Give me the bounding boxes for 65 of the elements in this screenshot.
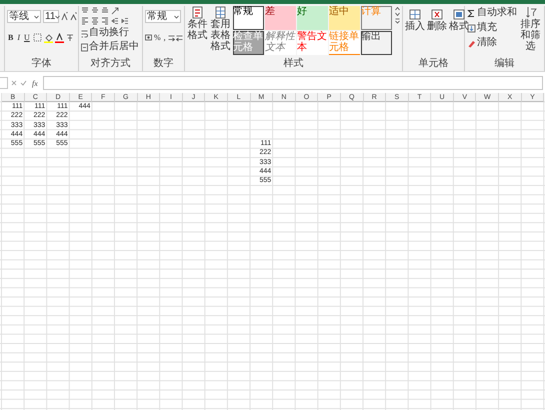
sort-filter-icon xyxy=(524,6,536,19)
cell-style-option[interactable]: 适中 xyxy=(329,6,360,30)
group-label: 字体 xyxy=(32,58,52,70)
group-label: 数字 xyxy=(154,58,174,70)
eraser-icon xyxy=(467,38,476,48)
group-label: 单元格 xyxy=(418,58,448,70)
top-align-icon[interactable] xyxy=(81,7,89,15)
number-format-dropdown[interactable]: 常规 xyxy=(145,10,181,23)
delete-cells-icon xyxy=(431,8,443,21)
insert-function-button[interactable]: fx xyxy=(30,78,40,88)
cell-style-option[interactable]: 好 xyxy=(297,6,328,30)
cancel-icon[interactable] xyxy=(11,80,17,86)
group-label: 样式 xyxy=(284,58,304,70)
cell-style-option[interactable]: 差 xyxy=(265,6,296,30)
decrease-indent-icon[interactable] xyxy=(111,17,119,25)
bottom-align-icon[interactable] xyxy=(101,7,109,15)
number-style-button[interactable]: % xyxy=(153,32,162,43)
merge-cells-icon xyxy=(81,42,88,52)
align-center-icon[interactable] xyxy=(91,17,99,25)
group-label: 对齐方式 xyxy=(90,58,130,70)
caret-icon[interactable] xyxy=(174,14,179,18)
more-styles-icon[interactable] xyxy=(395,18,400,24)
middle-align-icon[interactable] xyxy=(91,7,99,15)
group-label: 编辑 xyxy=(494,58,514,70)
fill-down-icon xyxy=(467,24,476,32)
insert-button[interactable]: 插入 xyxy=(405,8,425,32)
enter-icon[interactable] xyxy=(20,80,27,86)
wrap-text-button[interactable]: 自动换行 xyxy=(81,27,139,39)
underline-button[interactable]: U xyxy=(23,32,31,43)
formula-input[interactable] xyxy=(42,76,543,90)
merge-center-button[interactable]: 合并后居中 xyxy=(81,41,139,53)
autosum-button[interactable]: 自动求和 xyxy=(467,7,517,19)
sort-filter-button[interactable]: 排序和筛选 xyxy=(519,6,542,52)
grow-font-icon[interactable] xyxy=(61,12,68,21)
delete-button[interactable]: 删除 xyxy=(427,8,447,32)
number-style-button[interactable]: , xyxy=(162,32,167,43)
format-as-table-button[interactable]: 套用表格格式 xyxy=(210,6,231,52)
fill-button[interactable]: 填充 xyxy=(467,22,517,34)
font-color-icon[interactable] xyxy=(54,32,64,42)
shrink-font-icon[interactable] xyxy=(70,12,77,21)
font-size-dropdown[interactable]: 11 xyxy=(43,10,59,23)
clear-button[interactable]: 清除 xyxy=(467,37,517,49)
insert-cells-icon xyxy=(409,8,421,21)
phonetic-icon[interactable] xyxy=(66,33,74,42)
font-name-dropdown[interactable]: 等线 xyxy=(7,10,41,23)
text-orientation-icon[interactable] xyxy=(111,7,119,15)
align-left-icon[interactable] xyxy=(81,17,89,25)
bold-button[interactable]: B xyxy=(7,32,14,43)
fill-color-icon[interactable] xyxy=(44,32,53,42)
decrease-decimal-icon[interactable] xyxy=(176,33,183,42)
scroll-up-icon[interactable] xyxy=(395,6,400,11)
increase-indent-icon[interactable] xyxy=(121,17,129,25)
caret-icon[interactable] xyxy=(55,14,60,18)
align-right-icon[interactable] xyxy=(101,17,109,25)
increase-decimal-icon[interactable] xyxy=(168,33,175,42)
currency-icon[interactable] xyxy=(145,33,152,42)
italic-button[interactable]: I xyxy=(16,32,22,43)
border-icon[interactable] xyxy=(32,33,42,42)
format-cells-icon xyxy=(453,8,465,21)
sum-icon xyxy=(467,8,476,18)
wrap-text-icon xyxy=(81,28,88,38)
cell-style-option[interactable]: 解释性文本 xyxy=(265,31,296,55)
scroll-down-icon[interactable] xyxy=(395,12,400,17)
conditional-format-button[interactable]: 条件格式 xyxy=(187,6,208,41)
caret-icon[interactable] xyxy=(34,14,39,18)
